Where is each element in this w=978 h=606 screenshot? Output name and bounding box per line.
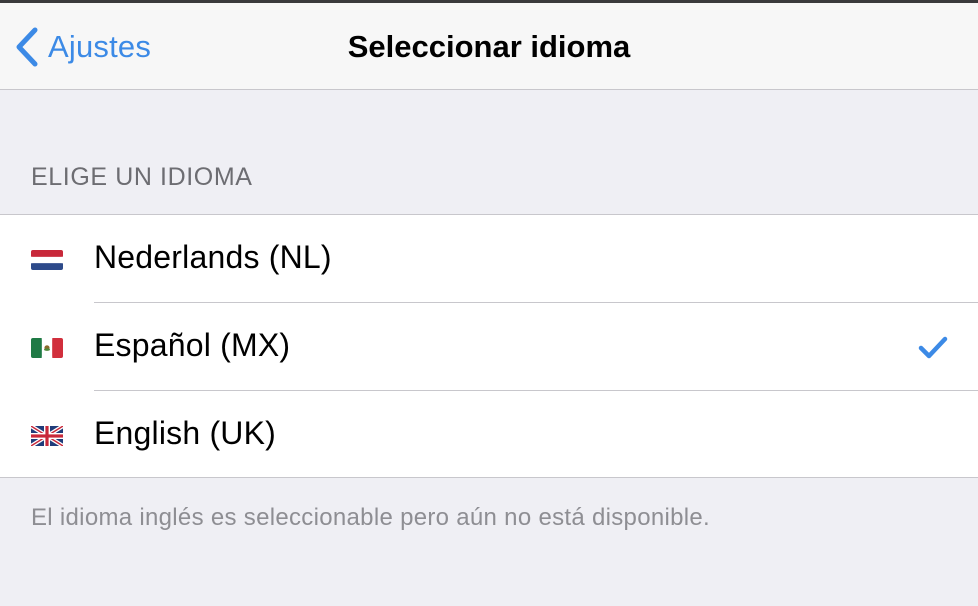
language-list: Nederlands (NL) Español (MX) English (UK… — [0, 214, 978, 478]
language-option-english[interactable]: English (UK) — [0, 391, 978, 479]
language-label: Nederlands (NL) — [94, 239, 332, 275]
checkmark-icon — [918, 335, 948, 359]
language-settings-screen: Ajustes Seleccionar idioma ELIGE UN IDIO… — [0, 0, 978, 606]
language-option-nederlands[interactable]: Nederlands (NL) — [0, 215, 978, 303]
navigation-bar: Ajustes Seleccionar idioma — [0, 3, 978, 90]
footer-note: El idioma inglés es seleccionable pero a… — [31, 504, 711, 531]
language-label: Español (MX) — [94, 327, 291, 363]
language-label: English (UK) — [94, 415, 277, 451]
page-title: Seleccionar idioma — [347, 29, 631, 64]
language-option-espanol[interactable]: Español (MX) — [0, 303, 978, 391]
mexico-flag-icon — [31, 338, 63, 358]
uk-flag-icon — [29, 424, 65, 448]
section-header: ELIGE UN IDIOMA — [31, 163, 253, 191]
netherlands-flag-icon — [31, 250, 63, 270]
